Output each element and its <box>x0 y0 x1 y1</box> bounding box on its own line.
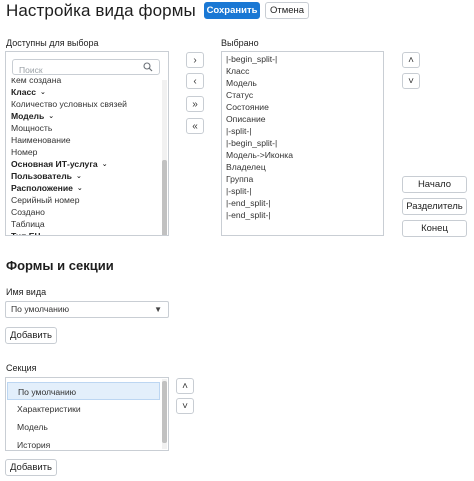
end-button[interactable]: Конец <box>402 220 467 237</box>
move-up-button[interactable]: ˄ <box>402 52 420 68</box>
selected-list: |-begin_split-| Класс Модель Статус Состояни… <box>221 51 384 236</box>
move-down-button[interactable]: ˅ <box>402 73 420 89</box>
page-title: Настройка вида формы <box>6 1 196 20</box>
available-items: Кем создана Класс ⌄ Количество условных свя… <box>6 78 162 235</box>
available-scroll-thumb[interactable] <box>162 160 167 235</box>
available-item[interactable]: Таблица <box>6 218 162 230</box>
chevron-down-icon: ▼ <box>154 305 162 314</box>
available-item-label: Таблица <box>11 219 45 229</box>
remove-one-button[interactable]: ‹ <box>186 73 204 89</box>
available-item[interactable]: Основная ИТ-услуга ⌄ <box>6 158 162 170</box>
chevron-left-icon: ‹ <box>193 75 197 87</box>
selected-item[interactable]: |-begin_split-| <box>222 137 383 149</box>
section-up-button[interactable]: ˄ <box>176 378 194 394</box>
section-item[interactable]: Характеристики <box>7 400 160 418</box>
add-all-button[interactable]: » <box>186 96 204 112</box>
selected-item[interactable]: |-begin_split-| <box>222 53 383 65</box>
available-label: Доступны для выбора <box>6 38 99 48</box>
selected-items: |-begin_split-| Класс Модель Статус Состояни… <box>222 53 383 235</box>
view-name-value: По умолчанию <box>11 304 70 314</box>
view-name-select[interactable]: По умолчанию ▼ <box>5 301 169 318</box>
sections-list: По умолчанию Характеристики Модель История <box>5 377 169 451</box>
search-field[interactable] <box>12 59 160 77</box>
selected-label: Выбрано <box>221 38 259 48</box>
selected-item[interactable]: Состояние <box>222 101 383 113</box>
available-item-label: Серийный номер <box>11 195 80 205</box>
available-item[interactable]: Пользователь ⌄ <box>6 170 162 182</box>
section-down-button[interactable]: ˅ <box>176 398 194 414</box>
available-list: Кем созданаКласс⌄Количество условных свя… <box>5 51 169 236</box>
divider-button[interactable]: Разделитель <box>402 198 467 215</box>
selected-item[interactable]: Описание <box>222 113 383 125</box>
selected-item[interactable]: |-end_split-| <box>222 209 383 221</box>
selected-item[interactable]: |-split-| <box>222 185 383 197</box>
available-item[interactable]: Количество условных связей <box>6 98 162 110</box>
forms-section-title: Формы и секции <box>6 258 114 273</box>
available-item[interactable]: Модель ⌄ <box>6 110 162 122</box>
available-item[interactable]: Кем создана <box>6 78 162 86</box>
double-chevron-right-icon: » <box>192 98 198 110</box>
add-section-button[interactable]: Добавить <box>5 459 57 476</box>
selected-item[interactable]: Группа <box>222 173 383 185</box>
available-item[interactable]: Тип ЕЦ <box>6 230 162 235</box>
save-button[interactable]: Сохранить <box>204 2 260 19</box>
available-item[interactable]: Класс ⌄ <box>6 86 162 98</box>
available-item-label: Номер <box>11 147 38 157</box>
double-chevron-left-icon: « <box>192 120 198 132</box>
available-item-label: Создано <box>11 207 45 217</box>
available-item[interactable]: Мощность <box>6 122 162 134</box>
available-item-label: Тип ЕЦ <box>11 231 41 235</box>
available-scrollbar[interactable] <box>162 80 167 235</box>
selected-item[interactable]: Класс <box>222 65 383 77</box>
available-item-label: Количество условных связей <box>11 99 127 109</box>
section-items: По умолчанию Характеристики Модель История <box>6 378 168 450</box>
start-button[interactable]: Начало <box>402 176 467 193</box>
available-item[interactable]: Создано <box>6 206 162 218</box>
chevron-down-icon: ˅ <box>182 400 188 412</box>
search-icon[interactable] <box>143 62 153 72</box>
available-item[interactable]: Наименование <box>6 134 162 146</box>
section-label: Секция <box>6 363 37 373</box>
available-item-label: Наименование <box>11 135 71 145</box>
available-item[interactable]: Расположение ⌄ <box>6 182 162 194</box>
add-one-button[interactable]: › <box>186 52 204 68</box>
selected-item[interactable]: Статус <box>222 89 383 101</box>
available-item-label: Класс <box>11 87 37 97</box>
section-item[interactable]: Модель <box>7 418 160 436</box>
selected-item[interactable]: Владелец <box>222 161 383 173</box>
available-item-label: Основная ИТ-услуга <box>11 159 98 169</box>
add-view-button[interactable]: Добавить <box>5 327 57 344</box>
available-item-label: Модель <box>11 111 45 121</box>
chevron-up-icon: ˄ <box>182 380 188 392</box>
chevron-right-icon: › <box>193 54 197 66</box>
chevron-up-icon: ˄ <box>408 54 414 66</box>
search-input[interactable] <box>13 63 159 77</box>
section-item[interactable]: По умолчанию <box>7 382 160 400</box>
sections-scrollbar[interactable] <box>162 379 167 449</box>
remove-all-button[interactable]: « <box>186 118 204 134</box>
chevron-down-icon: ˅ <box>408 75 414 87</box>
available-item[interactable]: Номер <box>6 146 162 158</box>
available-item[interactable]: Серийный номер <box>6 194 162 206</box>
section-item[interactable]: История <box>7 436 160 450</box>
cancel-button[interactable]: Отмена <box>265 2 309 19</box>
sections-scroll-thumb[interactable] <box>162 381 167 443</box>
selected-item[interactable]: |-split-| <box>222 125 383 137</box>
available-item-label: Мощность <box>11 123 53 133</box>
view-name-label: Имя вида <box>6 287 47 297</box>
available-item-label: Пользователь <box>11 171 72 181</box>
selected-item[interactable]: Модель <box>222 77 383 89</box>
available-item-label: Кем создана <box>11 78 62 85</box>
available-item-label: Расположение <box>11 183 73 193</box>
selected-item[interactable]: Модель->Иконка <box>222 149 383 161</box>
selected-item[interactable]: |-end_split-| <box>222 197 383 209</box>
